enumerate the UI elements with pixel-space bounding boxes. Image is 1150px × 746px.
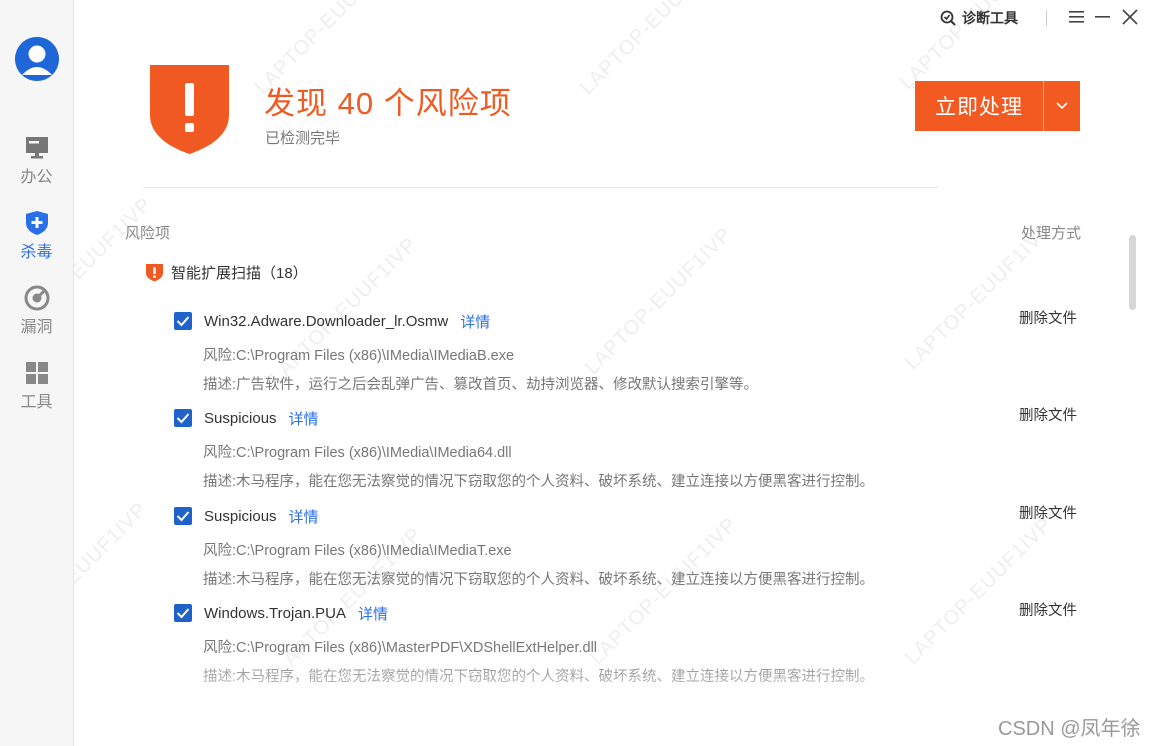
- list-item: Suspicious 详情 风险:C:\Program Files (x86)\…: [174, 502, 1077, 589]
- threat-path: 风险:C:\Program Files (x86)\MasterPDF\XDSh…: [203, 640, 598, 656]
- sidebar-item-tools[interactable]: 工具: [0, 360, 73, 412]
- threat-name: Win32.Adware.Downloader_lr.Osmw: [204, 312, 449, 330]
- threat-description: 描述:木马程序，能在您无法察觉的情况下窃取您的个人资料、破坏系统、建立连接以方便…: [203, 669, 875, 685]
- column-header-risk: 风险项: [125, 225, 171, 242]
- grid-icon: [25, 362, 48, 384]
- item-checkbox[interactable]: [174, 409, 192, 427]
- close-button[interactable]: [1120, 6, 1140, 28]
- sidebar-item-label: 工具: [20, 394, 53, 411]
- detail-link[interactable]: 详情: [358, 603, 388, 624]
- diagnostic-icon: [940, 10, 956, 26]
- sidebar-item-vulnerability[interactable]: 漏洞: [0, 285, 73, 337]
- menu-icon: [1069, 11, 1084, 23]
- close-icon: [1122, 9, 1138, 25]
- threat-name: Suspicious: [204, 507, 277, 525]
- item-checkbox[interactable]: [174, 604, 192, 622]
- check-icon: [176, 413, 190, 424]
- minimize-icon: [1095, 16, 1110, 18]
- radar-icon: [24, 285, 49, 311]
- sidebar-item-label: 办公: [20, 169, 53, 186]
- warning-shield-small-icon: [146, 264, 163, 282]
- threat-description: 描述:木马程序，能在您无法察觉的情况下窃取您的个人资料、破坏系统、建立连接以方便…: [203, 572, 875, 588]
- warning-shield-icon: [150, 65, 229, 154]
- list-item: Win32.Adware.Downloader_lr.Osmw 详情 风险:C:…: [174, 307, 1077, 394]
- check-icon: [176, 511, 190, 522]
- list-item: Suspicious 详情 风险:C:\Program Files (x86)\…: [174, 404, 1077, 491]
- detail-link[interactable]: 详情: [460, 311, 490, 332]
- scan-status: 已检测完毕: [265, 130, 341, 147]
- threat-name: Windows.Trojan.PUA: [204, 604, 346, 622]
- minimize-button[interactable]: [1093, 6, 1113, 28]
- sidebar-item-label: 漏洞: [20, 319, 53, 336]
- watermark: LAPTOP-EUUF1IVP: [575, 0, 732, 99]
- csdn-watermark: CSDN @凤年徐: [998, 718, 1141, 740]
- delete-file-action[interactable]: 删除文件: [1019, 404, 1077, 425]
- column-header-handling: 处理方式: [1021, 225, 1082, 242]
- chevron-down-icon: [1056, 102, 1068, 110]
- item-checkbox[interactable]: [174, 312, 192, 330]
- detail-link[interactable]: 详情: [289, 506, 319, 527]
- scan-group-title: 智能扩展扫描（18）: [171, 265, 308, 282]
- list-item: Windows.Trojan.PUA 详情 风险:C:\Program File…: [174, 599, 1077, 686]
- scan-group-header[interactable]: 智能扩展扫描（18）: [146, 262, 308, 283]
- threat-description: 描述:广告软件，运行之后会乱弹广告、篡改首页、劫持浏览器、修改默认搜索引擎等。: [203, 377, 759, 393]
- handle-now-button[interactable]: 立即处理: [915, 81, 1080, 131]
- user-avatar[interactable]: [15, 37, 59, 81]
- handle-now-label: 立即处理: [935, 96, 1023, 119]
- delete-file-action[interactable]: 删除文件: [1019, 502, 1077, 523]
- threat-path: 风险:C:\Program Files (x86)\IMedia\IMedia6…: [203, 445, 512, 461]
- diagnostic-tool-button[interactable]: 诊断工具: [940, 8, 1018, 28]
- user-icon: [15, 37, 59, 81]
- sidebar-item-antivirus[interactable]: 杀毒: [0, 210, 73, 262]
- detail-link[interactable]: 详情: [289, 408, 319, 429]
- threat-path: 风险:C:\Program Files (x86)\IMedia\IMediaT…: [203, 543, 512, 559]
- threat-name: Suspicious: [204, 409, 277, 427]
- check-icon: [176, 608, 190, 619]
- titlebar-divider: [1046, 10, 1047, 26]
- delete-file-action[interactable]: 删除文件: [1019, 599, 1077, 620]
- threat-path: 风险:C:\Program Files (x86)\IMedia\IMediaB…: [203, 348, 515, 364]
- threat-description: 描述:木马程序，能在您无法察觉的情况下窃取您的个人资料、破坏系统、建立连接以方便…: [203, 474, 875, 490]
- delete-file-action[interactable]: 删除文件: [1019, 307, 1077, 328]
- check-icon: [176, 316, 190, 327]
- scrollbar-thumb[interactable]: [1129, 235, 1136, 310]
- item-checkbox[interactable]: [174, 507, 192, 525]
- sidebar-item-label: 杀毒: [20, 244, 53, 261]
- handle-options-dropdown[interactable]: [1044, 101, 1080, 111]
- shield-plus-icon: [25, 211, 48, 235]
- diagnostic-tool-label: 诊断工具: [962, 10, 1018, 26]
- monitor-icon: [25, 137, 48, 159]
- header-divider: [143, 187, 938, 188]
- sidebar-item-office[interactable]: 办公: [0, 135, 73, 187]
- menu-button[interactable]: [1067, 6, 1087, 28]
- sidebar: 办公 杀毒 漏洞 工具: [0, 0, 74, 746]
- scan-result-title: 发现 40 个风险项: [264, 86, 512, 121]
